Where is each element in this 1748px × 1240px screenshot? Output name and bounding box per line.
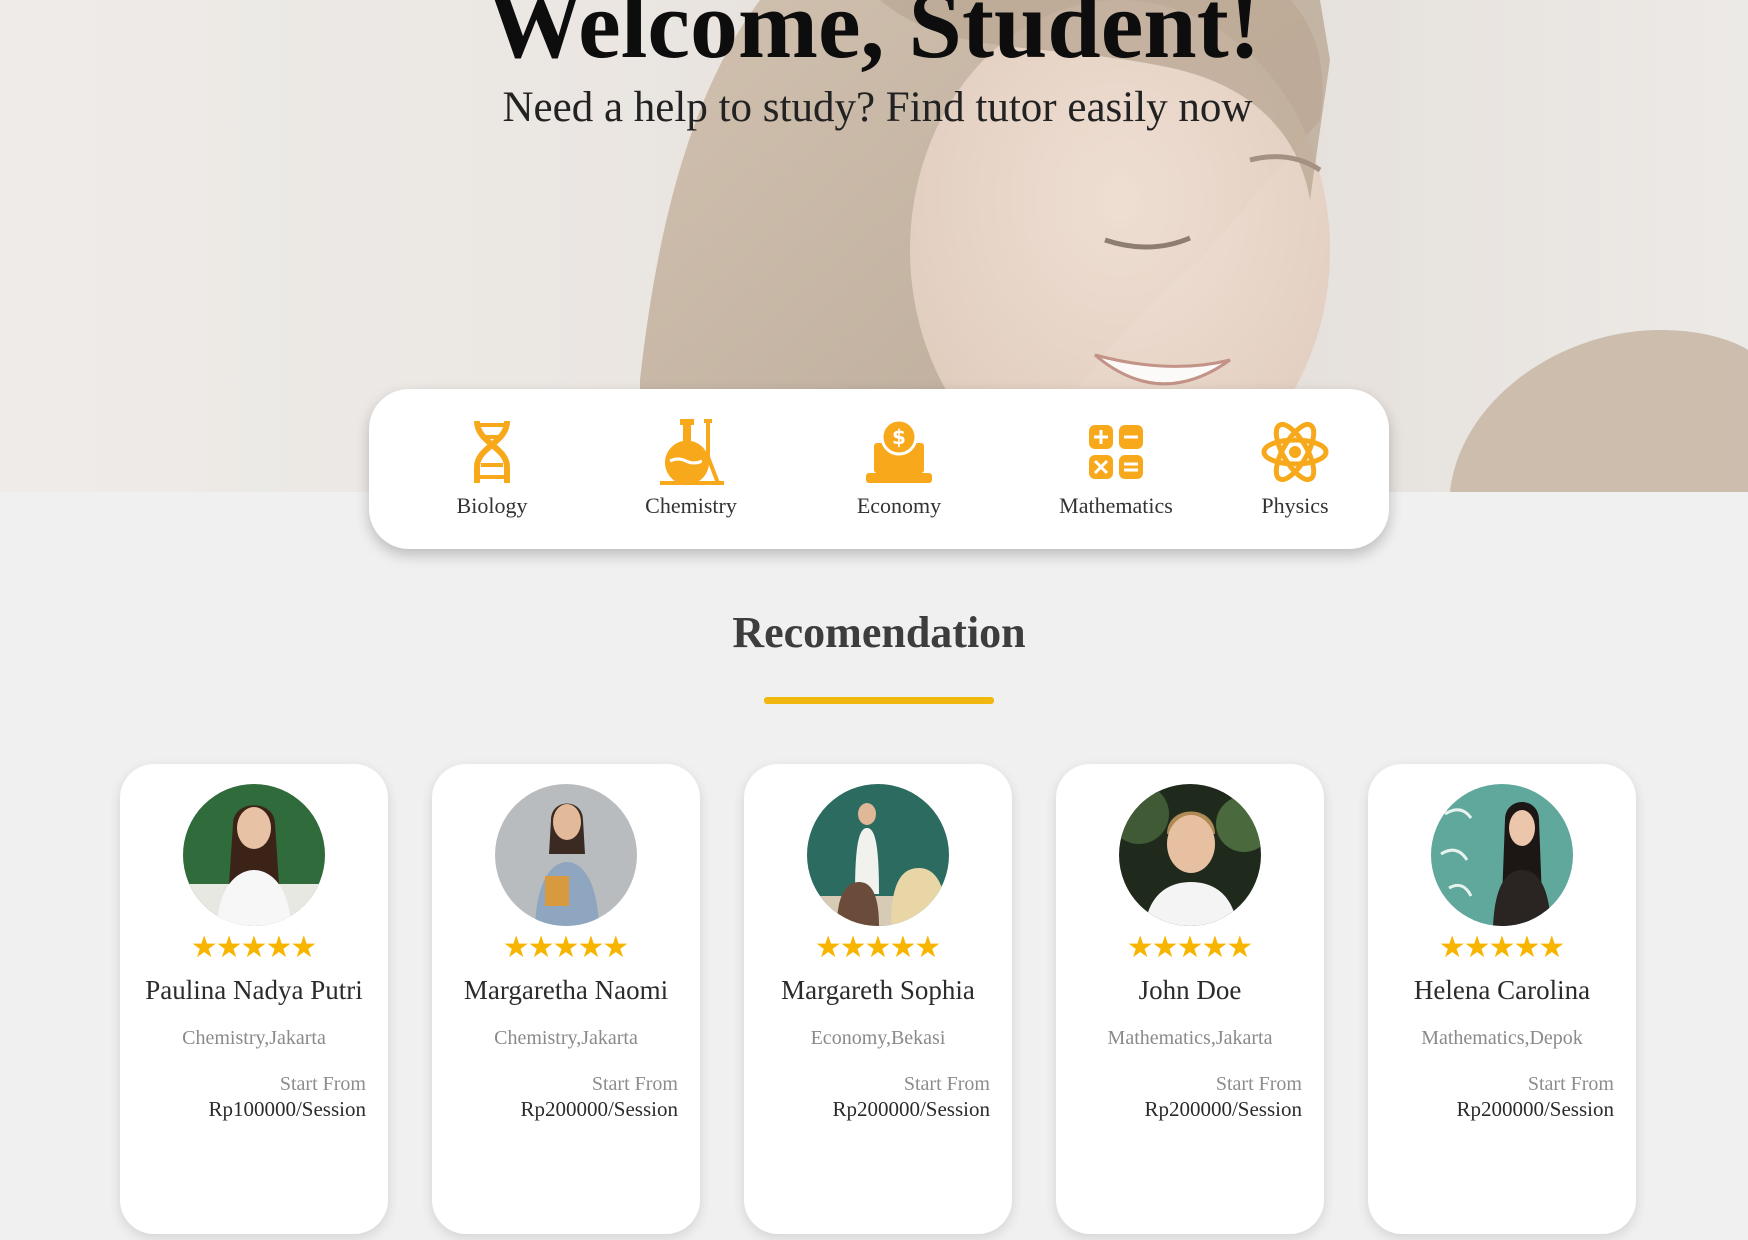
- avatar: [495, 784, 637, 926]
- category-mathematics[interactable]: Mathematics: [1036, 417, 1196, 519]
- star-icon: ★: [1513, 931, 1541, 964]
- section-title: Recomendation: [732, 608, 1026, 657]
- price-value: Rp200000/Session: [1144, 1097, 1302, 1121]
- category-label: Biology: [456, 493, 528, 518]
- price-block: Start From Rp100000/Session: [120, 1072, 388, 1122]
- tutor-card[interactable]: ★★★★★ Margaretha Naomi Chemistry,Jakarta…: [432, 764, 700, 1234]
- star-icon: ★: [864, 931, 892, 964]
- star-icon: ★: [839, 931, 867, 964]
- price-label: Start From: [591, 1073, 678, 1095]
- tutor-card[interactable]: ★★★★★ Helena Carolina Mathematics,Depok …: [1368, 764, 1636, 1234]
- hero-title: Welcome, Student!: [487, 0, 1261, 78]
- star-icon: ★: [577, 931, 605, 964]
- rating-stars: ★★★★★: [1368, 930, 1636, 966]
- avatar: [183, 784, 325, 926]
- avatar: [1119, 784, 1261, 926]
- tutor-subject-location: Mathematics,Jakarta: [1107, 1027, 1273, 1049]
- category-label: Economy: [856, 493, 942, 518]
- star-icon: ★: [889, 931, 917, 964]
- price-value: Rp200000/Session: [832, 1097, 990, 1121]
- rating-stars: ★★★★★: [1056, 930, 1324, 966]
- category-chemistry[interactable]: Chemistry: [611, 417, 771, 519]
- rating-stars: ★★★★★: [120, 930, 388, 966]
- price-block: Start From Rp200000/Session: [432, 1072, 700, 1122]
- star-icon: ★: [290, 931, 318, 964]
- tutor-name: Margaretha Naomi: [463, 975, 669, 1005]
- star-icon: ★: [1463, 931, 1491, 964]
- star-icon: ★: [265, 931, 293, 964]
- star-icon: ★: [1438, 931, 1466, 964]
- tutor-card[interactable]: ★★★★★ Paulina Nadya Putri Chemistry,Jaka…: [120, 764, 388, 1234]
- price-block: Start From Rp200000/Session: [744, 1072, 1012, 1122]
- category-label: Physics: [1261, 493, 1329, 518]
- star-icon: ★: [190, 931, 218, 964]
- price-block: Start From Rp200000/Session: [1368, 1072, 1636, 1122]
- category-label: Chemistry: [645, 493, 737, 518]
- star-icon: ★: [1488, 931, 1516, 964]
- star-icon: ★: [1226, 931, 1254, 964]
- price-label: Start From: [1215, 1073, 1302, 1095]
- star-icon: ★: [1201, 931, 1229, 964]
- dna-icon: [474, 420, 510, 483]
- star-icon: ★: [1126, 931, 1154, 964]
- star-icon: ★: [240, 931, 268, 964]
- star-icon: ★: [914, 931, 942, 964]
- tutor-subject-location: Economy,Bekasi: [810, 1027, 946, 1049]
- avatar: [807, 784, 949, 926]
- hero-subtitle: Need a help to study? Find tutor easily …: [502, 84, 1253, 131]
- tutor-subject-location: Mathematics,Depok: [1421, 1027, 1583, 1049]
- star-icon: ★: [1176, 931, 1204, 964]
- category-economy[interactable]: $ Economy: [819, 417, 979, 519]
- tutor-subject-location: Chemistry,Jakarta: [494, 1027, 638, 1049]
- price-value: Rp200000/Session: [520, 1097, 678, 1121]
- tutor-subject-location: Chemistry,Jakarta: [182, 1027, 326, 1049]
- star-icon: ★: [552, 931, 580, 964]
- tutor-name: Paulina Nadya Putri: [145, 975, 363, 1005]
- flask-icon: [660, 419, 724, 485]
- star-icon: ★: [1151, 931, 1179, 964]
- price-label: Start From: [903, 1073, 990, 1095]
- price-block: Start From Rp200000/Session: [1056, 1072, 1324, 1122]
- tutor-card[interactable]: ★★★★★ John Doe Mathematics,Jakarta Start…: [1056, 764, 1324, 1234]
- star-icon: ★: [1538, 931, 1566, 964]
- category-bar: Biology Chemistry $ Economy Mathematics …: [369, 389, 1389, 549]
- tutor-name: Helena Carolina: [1413, 975, 1591, 1005]
- svg-text:$: $: [892, 425, 906, 449]
- section-underline: [764, 697, 994, 704]
- category-label: Mathematics: [1059, 493, 1173, 518]
- atom-icon: [1261, 421, 1329, 483]
- price-value: Rp100000/Session: [208, 1097, 366, 1121]
- category-physics[interactable]: Physics: [1215, 417, 1375, 519]
- rating-stars: ★★★★★: [744, 930, 1012, 966]
- category-biology[interactable]: Biology: [412, 417, 572, 519]
- laptop-dollar-icon: $: [866, 418, 932, 483]
- tutor-name: Margareth Sophia: [781, 975, 975, 1005]
- avatar: [1431, 784, 1573, 926]
- calculator-icon: [1089, 425, 1143, 479]
- tutor-name: John Doe: [1138, 975, 1242, 1005]
- star-icon: ★: [502, 931, 530, 964]
- price-label: Start From: [1527, 1073, 1614, 1095]
- rating-stars: ★★★★★: [432, 930, 700, 966]
- tutor-card[interactable]: ★★★★★ Margareth Sophia Economy,Bekasi St…: [744, 764, 1012, 1234]
- star-icon: ★: [215, 931, 243, 964]
- star-icon: ★: [527, 931, 555, 964]
- price-label: Start From: [279, 1073, 366, 1095]
- star-icon: ★: [602, 931, 630, 964]
- star-icon: ★: [814, 931, 842, 964]
- price-value: Rp200000/Session: [1456, 1097, 1614, 1121]
